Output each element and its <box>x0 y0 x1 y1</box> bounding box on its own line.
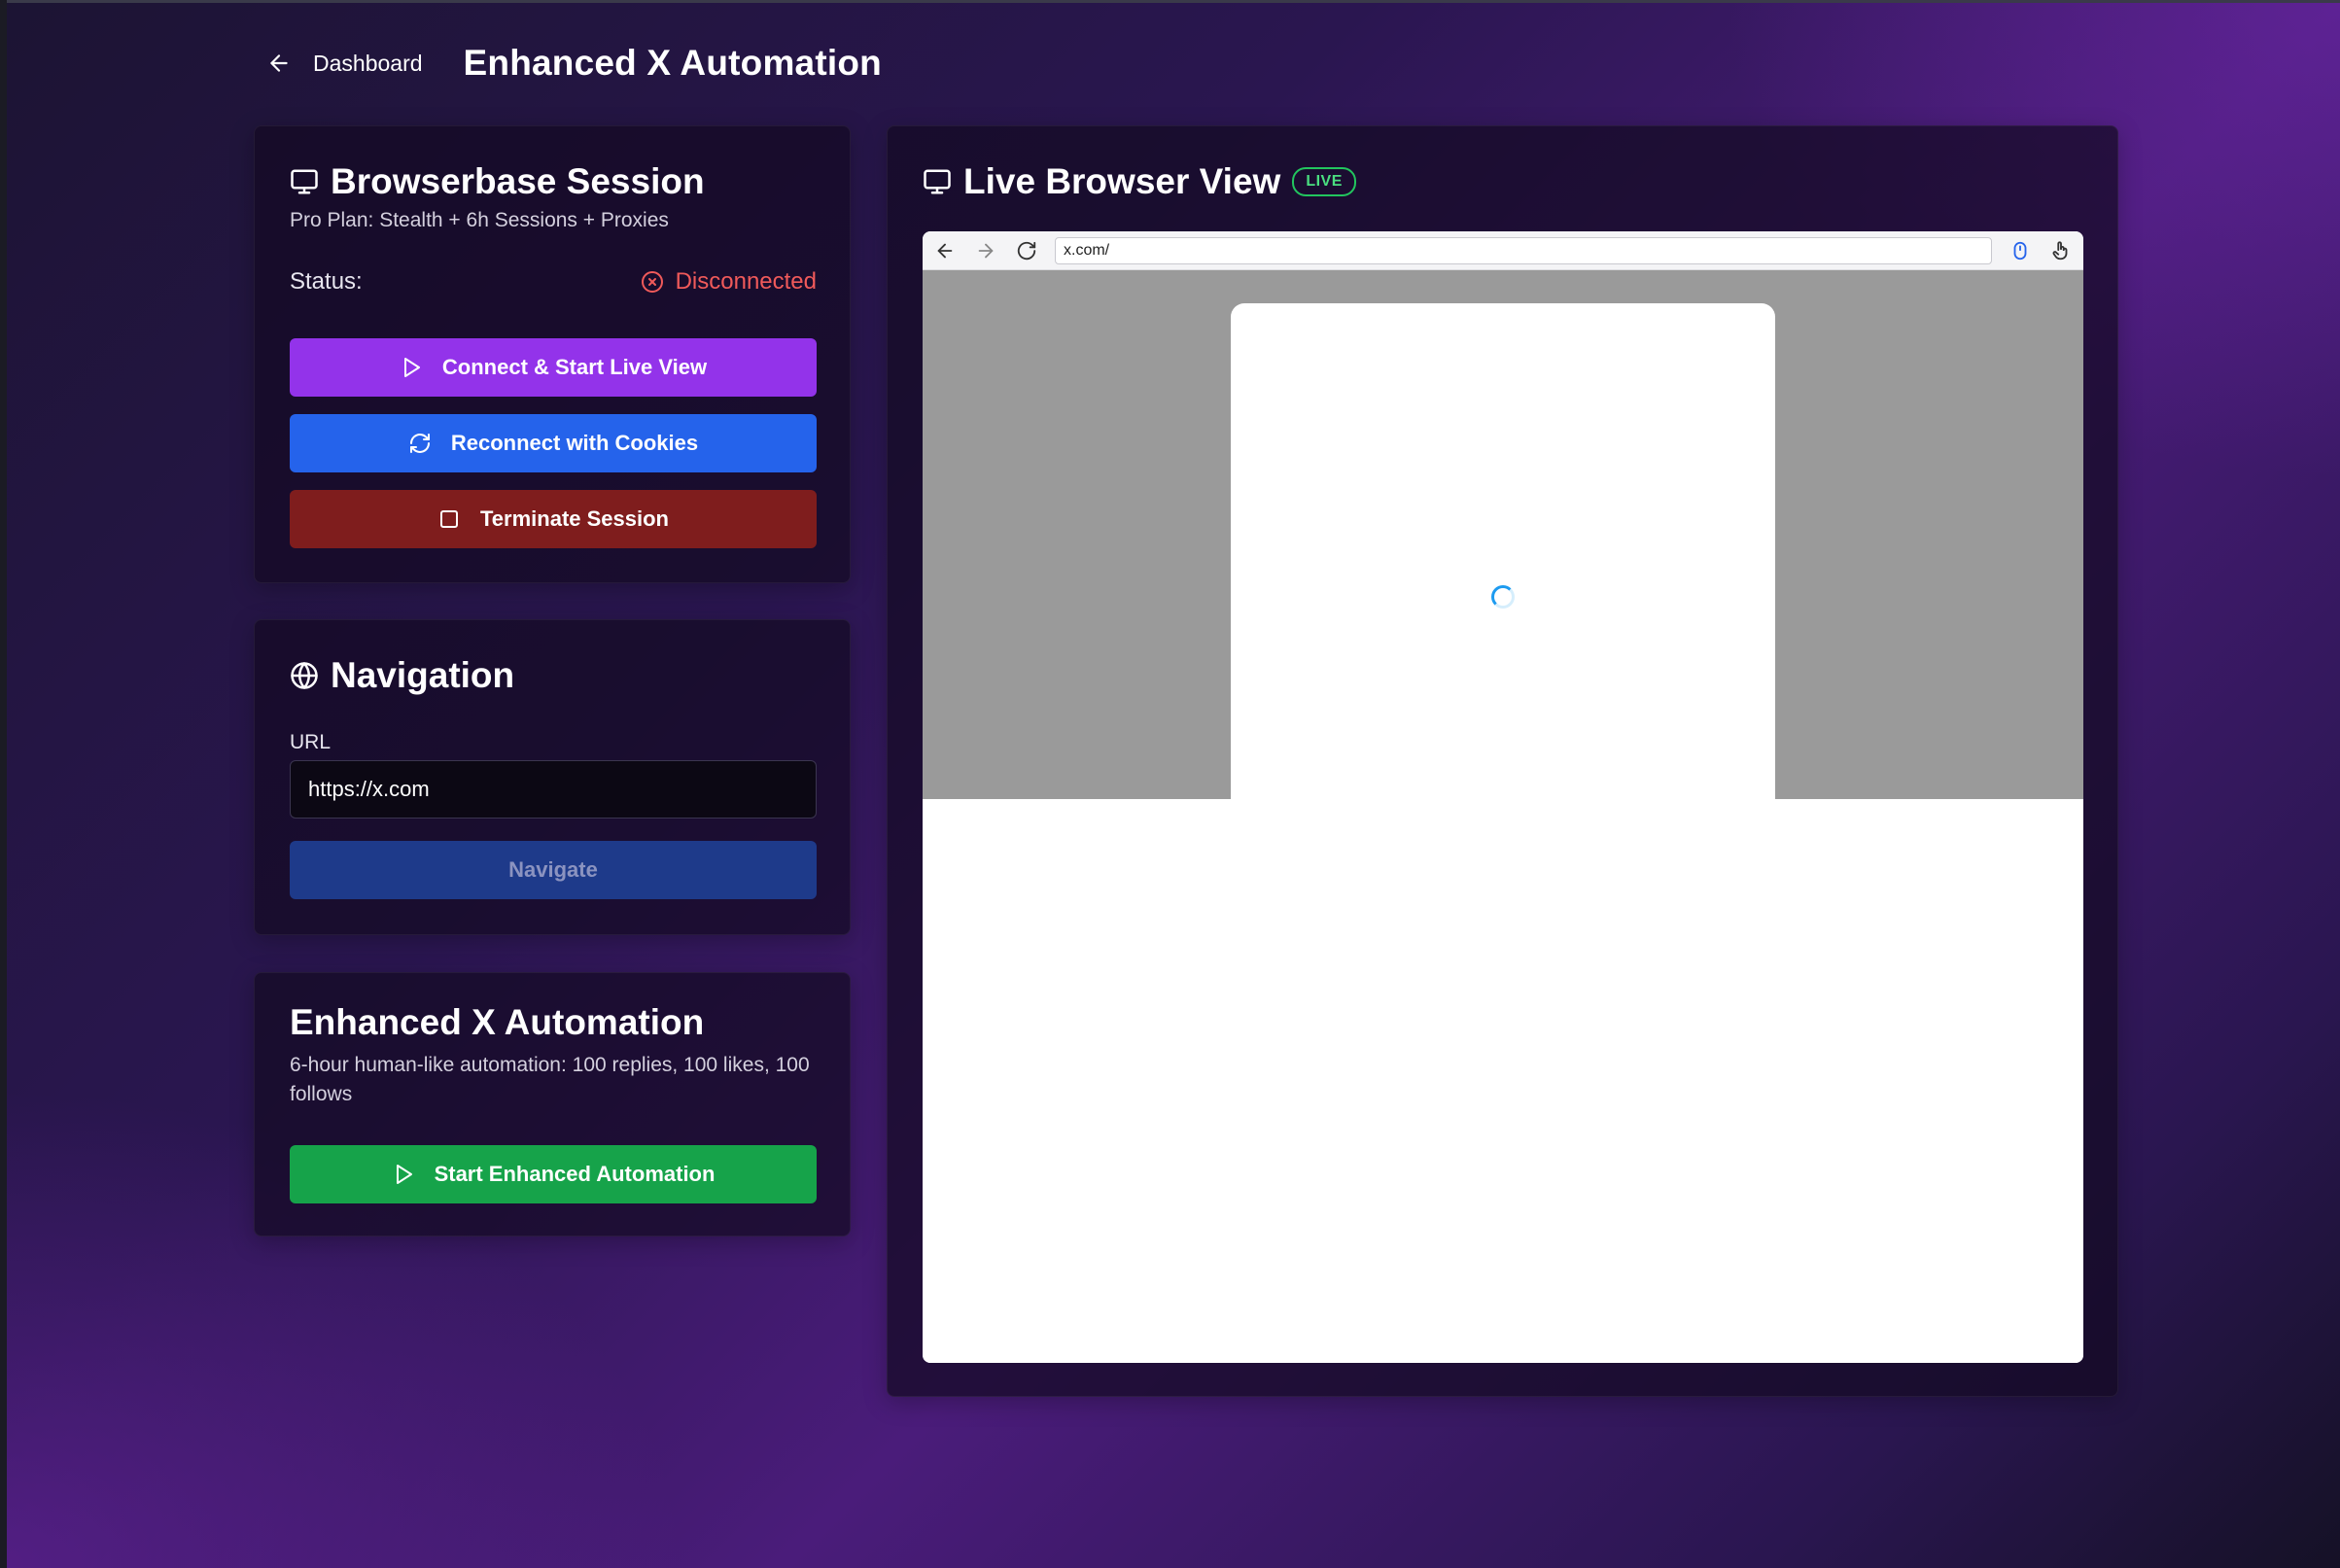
play-icon <box>396 1165 412 1184</box>
pointer-hand-icon <box>2052 240 2068 260</box>
window-left-edge <box>0 0 7 1568</box>
reload-icon <box>1017 241 1036 260</box>
window-top-border <box>0 0 2340 3</box>
monitor-icon <box>291 169 318 194</box>
x-circle-icon <box>641 271 663 293</box>
connect-button-label: Connect & Start Live View <box>441 355 708 379</box>
refresh-icon <box>409 434 430 453</box>
back-to-dashboard-link[interactable]: Dashboard <box>266 51 423 77</box>
loading-spinner-icon <box>1491 585 1515 609</box>
start-enhanced-automation-button[interactable]: Start Enhanced Automation <box>290 1145 817 1203</box>
mouse-mode-button[interactable] <box>2008 238 2033 263</box>
square-icon <box>440 510 458 528</box>
page-loading-modal <box>1231 303 1775 799</box>
status-text: Disconnected <box>675 268 817 295</box>
browser-address-bar[interactable]: x.com/ <box>1055 236 1992 264</box>
session-title: Browserbase Session <box>331 161 705 201</box>
session-title-row: Browserbase Session <box>290 161 705 202</box>
mouse-icon <box>2013 241 2027 260</box>
browser-toolbar: x.com/ <box>923 231 2083 270</box>
navigate-button[interactable]: Navigate <box>290 841 817 899</box>
live-browser-card: Live Browser View LIVE x.com/ <box>887 125 2118 1397</box>
pointer-mode-button[interactable] <box>2048 238 2074 263</box>
start-automation-button-label: Start Enhanced Automation <box>434 1162 716 1186</box>
reconnect-button-label: Reconnect with Cookies <box>450 431 699 455</box>
navigation-card: Navigation URL Navigate <box>254 619 851 935</box>
arrow-left-icon <box>270 54 288 72</box>
browser-forward-button[interactable] <box>973 238 998 263</box>
automation-description: 6-hour human-like automation: 100 replie… <box>290 1054 810 1105</box>
url-label: URL <box>290 731 332 753</box>
automation-title: Enhanced X Automation <box>290 1002 705 1042</box>
reconnect-with-cookies-button[interactable]: Reconnect with Cookies <box>290 414 817 472</box>
page-header: Dashboard Enhanced X Automation <box>266 37 882 89</box>
play-icon <box>403 358 420 377</box>
arrow-left-icon <box>937 243 953 258</box>
navigation-title-row: Navigation <box>290 655 514 696</box>
browser-back-button[interactable] <box>932 238 958 263</box>
navigation-title: Navigation <box>331 655 515 695</box>
arrow-right-icon <box>978 243 994 258</box>
status-row: Status: Disconnected <box>290 268 817 296</box>
embedded-browser[interactable]: x.com/ <box>923 231 2083 1363</box>
session-subtitle: Pro Plan: Stealth + 6h Sessions + Proxie… <box>290 209 669 231</box>
live-view-title: Live Browser View <box>963 161 1281 201</box>
url-input[interactable] <box>290 760 817 819</box>
globe-icon <box>291 662 318 689</box>
connect-start-live-view-button[interactable]: Connect & Start Live View <box>290 338 817 397</box>
browser-reload-button[interactable] <box>1014 238 1039 263</box>
status-value: Disconnected <box>641 268 817 296</box>
page-title: Enhanced X Automation <box>463 43 882 83</box>
live-view-title-row: Live Browser View LIVE <box>923 161 1356 202</box>
automation-title-row: Enhanced X Automation <box>290 1002 704 1043</box>
terminate-session-button[interactable]: Terminate Session <box>290 490 817 548</box>
terminate-button-label: Terminate Session <box>480 506 669 531</box>
live-badge: LIVE <box>1292 167 1356 196</box>
browser-viewport[interactable] <box>923 270 2083 1363</box>
monitor-icon <box>924 169 951 194</box>
automation-card: Enhanced X Automation 6-hour human-like … <box>254 972 851 1237</box>
session-card: Browserbase Session Pro Plan: Stealth + … <box>254 125 851 583</box>
navigate-button-label: Navigate <box>508 857 598 882</box>
back-link-label: Dashboard <box>313 50 423 76</box>
session-card-header: Browserbase Session Pro Plan: Stealth + … <box>290 161 705 235</box>
status-label: Status: <box>290 268 363 295</box>
